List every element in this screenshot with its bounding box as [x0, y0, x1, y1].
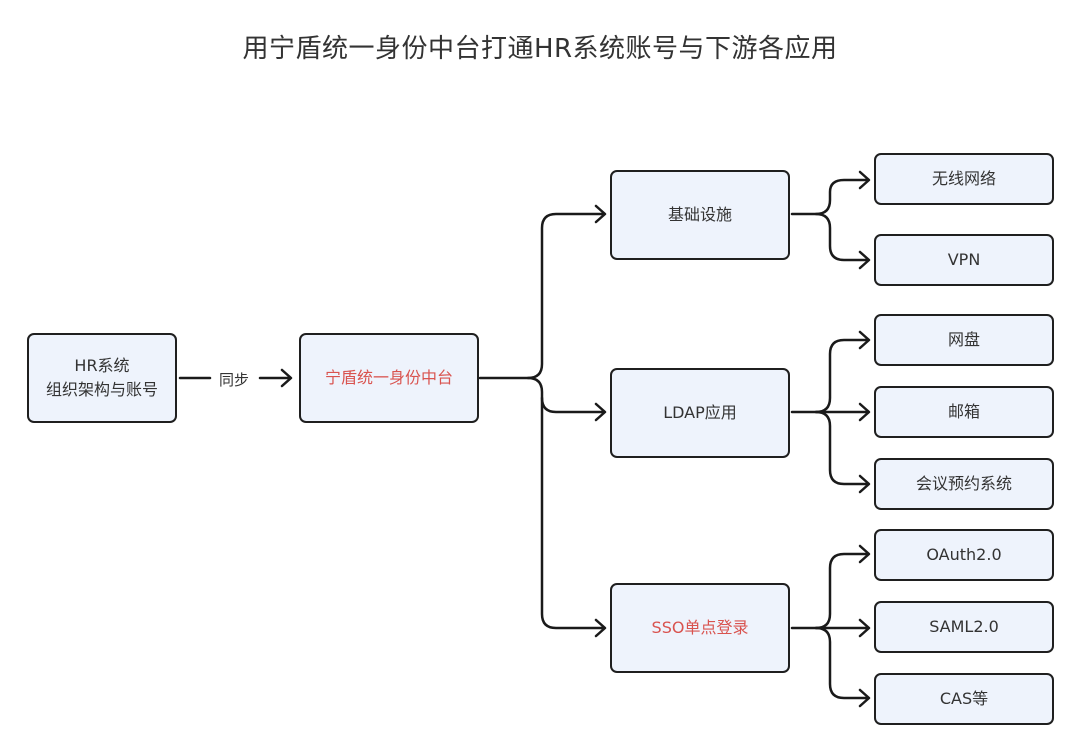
edge-label-sync: 同步: [219, 371, 250, 389]
edge-sso-saml: [814, 618, 871, 638]
node-hr-line1: HR系统: [74, 356, 130, 375]
node-saml: SAML2.0: [874, 601, 1054, 653]
edge-infra-vpn: [814, 212, 871, 270]
edge-hub-infra: [478, 204, 607, 380]
node-hr-system: HR系统 组织架构与账号: [27, 333, 177, 423]
edge-ldap-disk: [790, 330, 871, 414]
node-infrastructure: 基础设施: [610, 170, 790, 260]
edge-hub-ldap: [526, 376, 607, 422]
node-sso: SSO单点登录: [610, 583, 790, 673]
node-mail: 邮箱: [874, 386, 1054, 438]
node-oauth: OAuth2.0: [874, 529, 1054, 581]
node-meeting-booking: 会议预约系统: [874, 458, 1054, 510]
edge-ldap-meeting: [814, 410, 871, 494]
node-ldap-apps: LDAP应用: [610, 368, 790, 458]
edge-sso-oauth: [790, 544, 871, 630]
node-hr-line2: 组织架构与账号: [45, 380, 158, 399]
node-identity-hub: 宁盾统一身份中台: [299, 333, 479, 423]
node-netdisk: 网盘: [874, 314, 1054, 366]
edge-ldap-mail: [814, 402, 871, 422]
node-cas: CAS等: [874, 673, 1054, 725]
node-vpn: VPN: [874, 234, 1054, 286]
edge-hr-sync-right: [258, 368, 293, 388]
edge-sso-cas: [814, 626, 871, 708]
node-wifi: 无线网络: [874, 153, 1054, 205]
edge-hub-sso: [540, 396, 607, 638]
edge-infra-wifi: [790, 170, 871, 216]
